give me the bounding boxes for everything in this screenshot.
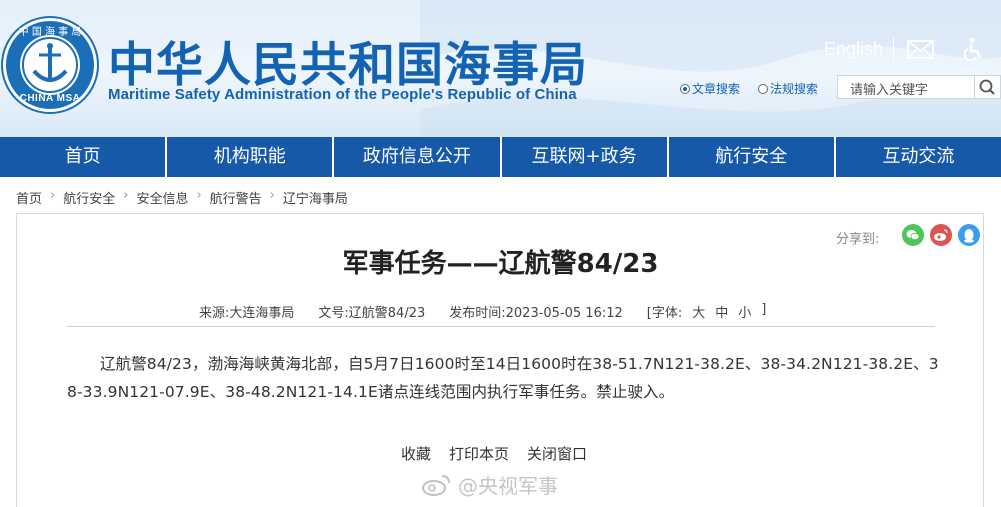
nav-item-home[interactable]: 首页 [0,137,168,177]
watermark: @央视军事 [420,470,558,499]
search-option-label: 法规搜索 [770,82,819,96]
article-body: 辽航警84/23，渤海海峡黄海北部，自5月7日1600时至14日1600时在38… [67,355,939,401]
breadcrumb-item[interactable]: 首页 [16,188,42,207]
weibo-watermark-icon [422,474,450,496]
font-size-small-button[interactable]: 小 [738,302,751,321]
close-window-button[interactable]: 关闭窗口 [527,443,587,464]
site-header: 中 国 海 事 局 CHINA MSA 中华人民共和国海事局 Maritime … [0,0,1001,137]
breadcrumb-item[interactable]: 辽宁海事局 [283,188,348,207]
meta-divider [67,326,935,327]
chevron-right-icon: › [50,188,56,203]
english-link[interactable]: English [824,39,883,60]
nav-item-gov-info[interactable]: 政府信息公开 [334,137,502,177]
china-msa-logo[interactable]: 中 国 海 事 局 CHINA MSA [3,18,97,112]
search-input[interactable]: 请输入关键字 [837,75,975,99]
article-source: 来源:大连海事局 [199,306,295,321]
nav-item-navigation-safety[interactable]: 航行安全 [669,137,836,177]
font-size-switcher: [字体: 大 中 小 ] [647,302,767,321]
font-size-medium-button[interactable]: 中 [715,302,728,321]
article-doc-number: 文号:辽航警84/23 [318,306,426,321]
favorite-button[interactable]: 收藏 [401,443,431,464]
search-icon [979,79,995,95]
search-option-regulation[interactable]: 法规搜索 [758,80,818,97]
watermark-text: @央视军事 [458,474,558,498]
site-title-cn: 中华人民共和国海事局 [108,38,588,93]
chevron-right-icon: › [123,188,129,203]
chevron-right-icon: › [269,188,275,203]
site-title-en: Maritime Safety Administration of the Pe… [108,86,577,103]
header-divider [893,38,894,60]
article-title: 军事任务——辽航警84/23 [342,249,659,279]
article-actions: 收藏 打印本页 关闭窗口 [401,443,587,464]
search-option-label: 文章搜索 [692,82,741,96]
breadcrumb: 首页 › 航行安全 › 安全信息 › 航行警告 › 辽宁海事局 [16,188,348,207]
nav-item-functions[interactable]: 机构职能 [167,137,335,177]
print-button[interactable]: 打印本页 [449,443,509,464]
font-size-large-button[interactable]: 大 [692,302,705,321]
chevron-right-icon: › [196,188,202,203]
radio-selected-icon[interactable] [680,83,690,94]
radio-unselected-icon[interactable] [758,83,768,94]
accessibility-icon[interactable] [962,37,984,61]
main-nav: 首页 机构职能 政府信息公开 互联网+政务 航行安全 互动交流 [0,137,1001,177]
breadcrumb-item[interactable]: 航行安全 [63,188,115,207]
logo-bottom-text: CHINA MSA [19,93,81,104]
anchor-emblem-icon [20,35,80,95]
nav-item-interaction[interactable]: 互动交流 [836,137,1001,177]
font-size-label: [字体: [646,306,683,321]
breadcrumb-item[interactable]: 安全信息 [136,188,188,207]
search-button[interactable] [975,75,1001,99]
mail-icon[interactable] [907,40,934,59]
nav-item-internet-gov[interactable]: 互联网+政务 [502,137,669,177]
article-meta: 来源:大连海事局 文号:辽航警84/23 发布时间:2023-05-05 16:… [199,302,766,321]
article-publish-time: 发布时间:2023-05-05 16:12 [449,306,623,321]
font-size-close: ] [761,302,767,317]
breadcrumb-item[interactable]: 航行警告 [210,188,262,207]
search-option-article[interactable]: 文章搜索 [680,80,740,97]
